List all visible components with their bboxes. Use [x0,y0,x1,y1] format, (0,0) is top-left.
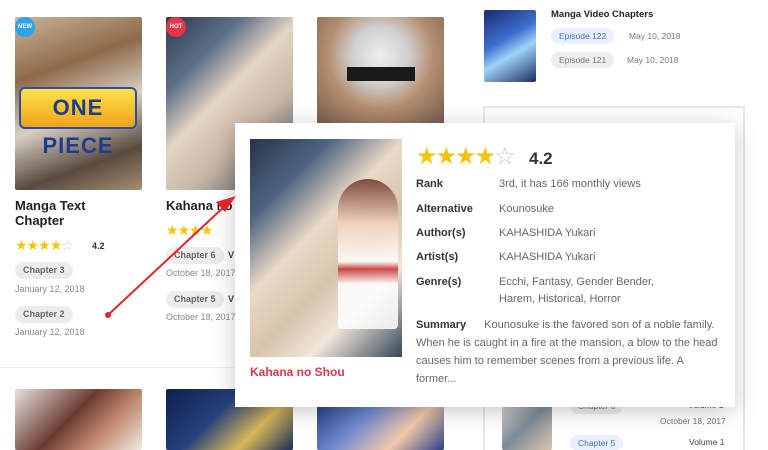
cover-logo: ONE PIECE [19,87,137,158]
star-icon: ★ [189,222,202,238]
star-icon: ★ [435,143,457,170]
chapter-date: October 18, 2017 [166,268,236,278]
cover-character [338,179,398,329]
sidebar-date: October 18, 2017 [660,416,726,426]
field-value-genres-line1[interactable]: Ecchi, Fantasy, Gender Bender, [499,276,654,288]
summary-block: Summary Kounosuke is the favored son of a… [416,316,726,388]
chapter-chip[interactable]: Chapter 6 [166,247,224,264]
hot-badge: HOT [166,17,186,37]
popup-rating-stars: ★★★★☆ [416,143,516,170]
field-label-genres: Genre(s) [416,276,462,288]
chapter-chip[interactable]: Chapter 5 [166,291,224,308]
arrow-dot [105,312,111,318]
episode-date: May 10, 2018 [627,55,679,65]
star-icon: ★ [416,143,437,170]
chapter-date: January 12, 2018 [15,327,85,337]
chapter-chip[interactable]: Chapter 2 [15,306,73,323]
star-empty-icon: ☆ [494,143,515,170]
field-value-artists[interactable]: KAHASHIDA Yukari [499,251,595,263]
chapter-volume-fragment: V [228,250,235,260]
star-icon: ★ [474,143,496,170]
field-label-authors: Author(s) [416,227,466,239]
sidebar-volume: Volume 1 [689,437,725,447]
field-label-alternative: Alternative [416,203,473,215]
star-empty-icon: ☆ [61,237,74,253]
manga-info-popup: Kahana no Shou ★★★★☆ 4.2 Rank 3rd, it ha… [235,123,735,407]
chapter-volume-fragment: V [228,294,235,304]
video-thumbnail[interactable] [484,10,536,82]
video-chapters-title[interactable]: Manga Video Chapters [551,9,653,20]
sidebar-chapter-chip[interactable]: Chapter 5 [570,435,624,450]
episode-chip[interactable]: Episode 121 [551,52,615,68]
episode-chip[interactable]: Episode 122 [551,28,615,44]
star-icon: ★ [15,237,28,253]
rating-stars: ★★★★☆ [15,237,74,253]
field-label-rank: Rank [416,178,443,190]
field-value-alternative: Kounosuke [499,203,555,215]
popup-rating-value: 4.2 [529,149,553,168]
chapter-date: October 18, 2017 [166,312,236,322]
episode-date: May 10, 2018 [629,31,681,41]
chapter-date: January 12, 2018 [15,284,85,294]
field-value-authors[interactable]: KAHASHIDA Yukari [499,227,595,239]
field-label-artists: Artist(s) [416,251,459,263]
star-icon: ★ [38,237,51,253]
manga-cover-one-piece[interactable]: ONE PIECE [15,17,142,190]
manga-title-line2[interactable]: Chapter [15,213,64,228]
field-value-rank: 3rd, it has 166 monthly views [499,178,641,190]
summary-label: Summary [416,319,467,331]
field-value-genres-line2[interactable]: Harem, Historical, Horror [499,293,621,305]
manga-title[interactable]: Kahana no [166,198,232,213]
rating-stars: ★★★★ [166,222,214,238]
popup-title[interactable]: Kahana no Shou [250,365,345,379]
manga-title-line1[interactable]: Manga Text [15,198,86,213]
rating-value: 4.2 [92,241,105,251]
star-icon: ★ [177,222,191,238]
manga-cover[interactable] [15,389,142,450]
star-icon: ★ [166,222,179,238]
star-icon: ★ [200,222,214,238]
manga-cover-nier[interactable] [317,17,444,127]
new-badge: NEW [15,17,35,37]
star-icon: ★ [455,143,476,170]
star-icon: ★ [26,237,40,253]
cover-blindfold [347,67,415,81]
chapter-chip[interactable]: Chapter 3 [15,262,73,279]
star-icon: ★ [49,237,63,253]
popup-cover[interactable] [250,139,402,357]
